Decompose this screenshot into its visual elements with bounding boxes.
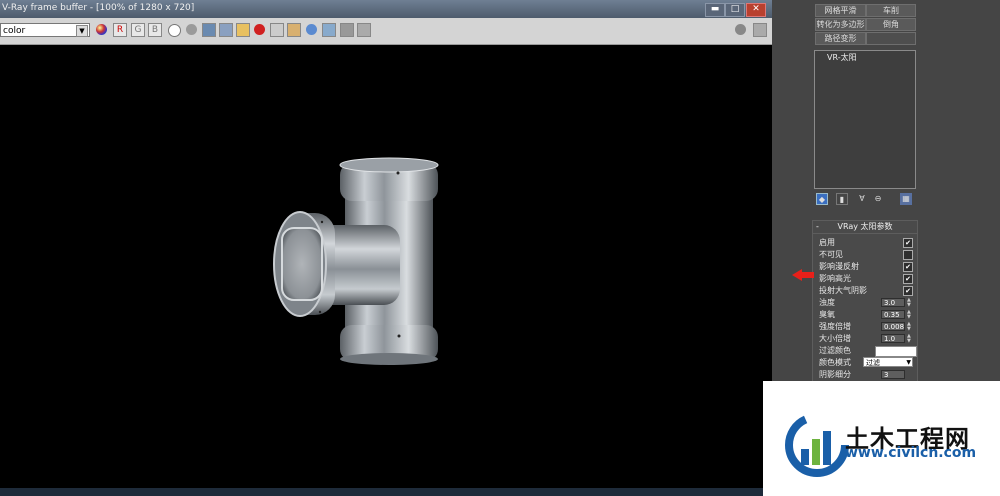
maximize-button[interactable]: □ — [725, 3, 745, 17]
color-correction-icon[interactable] — [340, 23, 354, 37]
spinner-arrows-icon[interactable]: ▲ ▼ — [907, 322, 913, 332]
color-mode-label: 颜色模式 — [819, 358, 851, 367]
vray-sun-parameters-rollout: - VRay 太阳参数 启用 ✔ 不可见 影响漫反射 ✔ 影响高光 ✔ 投射大气… — [812, 220, 918, 382]
show-end-result-icon[interactable]: ▮ — [836, 193, 848, 205]
affect-specular-row: 影响高光 ✔ — [819, 273, 915, 284]
spinner-arrows-icon[interactable]: ▲ ▼ — [907, 310, 913, 320]
rollout-title: VRay 太阳参数 — [837, 222, 893, 231]
invisible-checkbox[interactable] — [903, 250, 913, 260]
ozone-row: 臭氧 0.35 ▲ ▼ — [819, 309, 915, 320]
rollout-header[interactable]: - VRay 太阳参数 — [813, 221, 917, 234]
modifier-editpoly-button[interactable]: 转化为多边形 — [815, 18, 866, 31]
enabled-row: 启用 ✔ — [819, 237, 915, 248]
watermark-url: www.civilcn.com — [845, 445, 977, 461]
affect-specular-label: 影响高光 — [819, 274, 851, 283]
ozone-label: 臭氧 — [819, 310, 835, 319]
filter-color-row: 过滤颜色 — [819, 345, 917, 357]
red-pointer-arrow-icon — [792, 269, 814, 281]
affect-diffuse-label: 影响漫反射 — [819, 262, 859, 271]
enabled-checkbox[interactable]: ✔ — [903, 238, 913, 248]
stop-render-icon[interactable] — [254, 24, 265, 35]
cast-atmo-shadows-label: 投射大气阴影 — [819, 286, 867, 295]
channel-select-value: color — [3, 26, 26, 36]
collapse-icon: - — [816, 222, 819, 231]
history-icon[interactable] — [735, 24, 746, 35]
modifier-stack-list: VR-太阳 — [814, 50, 916, 189]
modifier-pathdeform-button[interactable]: 路径变形 — [815, 32, 866, 45]
track-mouse-icon[interactable] — [287, 23, 301, 37]
size-multiplier-label: 大小倍增 — [819, 334, 851, 343]
turbidity-row: 浊度 3.0 ▲ ▼ — [819, 297, 915, 308]
make-unique-icon[interactable]: ∀ — [856, 193, 868, 205]
show-pixel-info-icon[interactable] — [357, 23, 371, 37]
cast-atmo-shadows-row: 投射大气阴影 ✔ — [819, 285, 915, 296]
invisible-label: 不可见 — [819, 250, 843, 259]
filter-color-label: 过滤颜色 — [819, 346, 851, 355]
chevron-down-icon: ▼ — [906, 359, 911, 366]
filter-color-swatch[interactable] — [875, 346, 917, 357]
color-mode-row: 颜色模式 过滤 ▼ — [819, 357, 915, 368]
intensity-multiplier-label: 强度倍增 — [819, 322, 851, 331]
watermark: 土木工程网 www.civilcn.com — [763, 381, 1000, 496]
vfb-toolbar: color ▼ R G B — [0, 18, 772, 45]
modifier-lathe-button[interactable]: 车削 — [866, 4, 916, 17]
shadow-subdivs-spinner[interactable]: 3 — [881, 370, 905, 379]
taskbar — [0, 488, 763, 496]
remove-modifier-icon[interactable]: ⊖ — [872, 193, 884, 205]
cast-atmo-shadows-checkbox[interactable]: ✔ — [903, 286, 913, 296]
color-mode-value: 过滤 — [866, 359, 880, 367]
channel-select[interactable]: color ▼ — [0, 23, 90, 37]
shadow-subdivs-row: 阴影细分 3 — [819, 369, 915, 380]
save-icon[interactable] — [202, 23, 216, 37]
minimize-button[interactable]: ▬ — [705, 3, 725, 17]
spinner-arrows-icon[interactable]: ▲ ▼ — [907, 298, 913, 308]
title-bar[interactable]: V-Ray frame buffer - [100% of 1280 x 720… — [0, 0, 772, 18]
enabled-label: 启用 — [819, 238, 835, 247]
intensity-multiplier-spinner[interactable]: 0.008 — [881, 322, 905, 331]
affect-specular-checkbox[interactable]: ✔ — [903, 274, 913, 284]
color-wheel-icon[interactable] — [96, 24, 107, 35]
open-folder-icon[interactable] — [236, 23, 250, 37]
color-mode-select[interactable]: 过滤 ▼ — [863, 357, 913, 367]
modifier-meshsmooth-button[interactable]: 网格平滑 — [815, 4, 866, 17]
region-render-icon[interactable] — [270, 23, 284, 37]
modifier-empty-button[interactable] — [866, 32, 916, 45]
configure-sets-icon[interactable]: ▦ — [900, 193, 912, 205]
invisible-row: 不可见 — [819, 249, 915, 260]
affect-diffuse-row: 影响漫反射 ✔ — [819, 261, 915, 272]
render-canvas — [0, 45, 772, 488]
modifier-bevel-button[interactable]: 倒角 — [866, 18, 916, 31]
size-multiplier-spinner[interactable]: 1.0 — [881, 334, 905, 343]
alpha-white-icon[interactable] — [168, 24, 181, 37]
view-icon[interactable] — [306, 24, 317, 35]
red-channel-button[interactable]: R — [113, 23, 127, 37]
stack-item-vray-sun[interactable]: VR-太阳 — [827, 52, 857, 63]
window-title: V-Ray frame buffer - [100% of 1280 x 720… — [2, 3, 195, 13]
stack-toolbar: ◆ ▮ ∀ ⊖ ▦ — [814, 192, 916, 208]
settings-icon[interactable] — [753, 23, 767, 37]
green-channel-button[interactable]: G — [131, 23, 145, 37]
duplicate-icon[interactable] — [219, 23, 233, 37]
chevron-down-icon: ▼ — [76, 25, 88, 37]
mono-icon[interactable] — [186, 24, 197, 35]
pin-stack-icon[interactable]: ◆ — [816, 193, 828, 205]
intensity-multiplier-row: 强度倍增 0.008 ▲ ▼ — [819, 321, 915, 332]
pipe-tee-render-image — [273, 157, 439, 365]
spinner-arrows-icon[interactable]: ▲ ▼ — [907, 334, 913, 344]
shadow-subdivs-label: 阴影细分 — [819, 370, 851, 379]
affect-diffuse-checkbox[interactable]: ✔ — [903, 262, 913, 272]
blue-channel-button[interactable]: B — [148, 23, 162, 37]
size-multiplier-row: 大小倍增 1.0 ▲ ▼ — [819, 333, 915, 344]
lens-effects-icon[interactable] — [322, 23, 336, 37]
vray-frame-buffer-window: V-Ray frame buffer - [100% of 1280 x 720… — [0, 0, 772, 488]
ozone-spinner[interactable]: 0.35 — [881, 310, 905, 319]
close-button[interactable]: ✕ — [746, 3, 766, 17]
turbidity-spinner[interactable]: 3.0 — [881, 298, 905, 307]
turbidity-label: 浊度 — [819, 298, 835, 307]
